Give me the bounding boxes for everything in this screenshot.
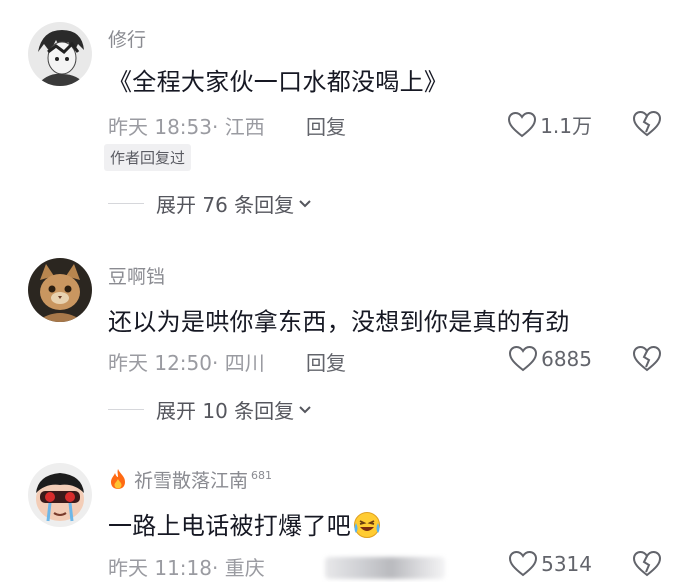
fire-icon [111, 469, 125, 489]
dislike-button[interactable] [632, 345, 662, 373]
obscured-watermark [324, 557, 445, 579]
avatar[interactable] [28, 258, 92, 322]
comment-content: 《全程大家伙一口水都没喝上》 [108, 68, 449, 96]
expand-replies-label: 展开 10 条回复 [156, 399, 295, 423]
like-count: 5314 [541, 552, 592, 576]
comment-content: 还以为是哄你拿东西，没想到你是真的有劲 [108, 308, 570, 336]
comment-time: 昨天 11:18 [108, 556, 212, 580]
expand-replies-label: 展开 76 条回复 [156, 193, 295, 217]
expand-replies-button[interactable]: 展开 10 条回复 [108, 395, 312, 424]
comment-time: 昨天 12:50 [108, 351, 212, 375]
dislike-button[interactable] [632, 550, 662, 578]
divider-line [108, 409, 144, 410]
chevron-down-icon [299, 405, 311, 413]
avatar[interactable] [28, 463, 92, 527]
comment-meta: 昨天 18:53· 江西 [108, 111, 265, 140]
comment-username[interactable]: 修行 [108, 25, 146, 52]
comment-location: · 四川 [212, 351, 265, 375]
comment-username[interactable]: 豆啊铛 [108, 262, 165, 289]
dislike-button[interactable] [632, 110, 662, 138]
broken-heart-icon [632, 345, 662, 372]
broken-heart-icon [632, 550, 662, 577]
author-replied-tag: 作者回复过 [104, 144, 192, 171]
reply-button[interactable]: 回复 [306, 111, 346, 140]
divider-line [108, 203, 144, 204]
broken-heart-icon [632, 110, 662, 137]
heart-outline-icon [509, 345, 538, 372]
comment-meta: 昨天 12:50· 四川 [108, 347, 265, 376]
comment-meta: 昨天 11:18· 重庆 [108, 552, 445, 581]
level-badge: 681 [251, 469, 273, 482]
comment-time: 昨天 18:53 [108, 115, 212, 139]
laughing-crying-emoji [354, 512, 380, 538]
comment-content: 一路上电话被打爆了吧 [108, 506, 381, 541]
comment-location: · 重庆 [212, 556, 265, 580]
like-count: 6885 [541, 347, 592, 371]
chevron-down-icon [299, 199, 311, 207]
like-button[interactable]: 6885 [508, 345, 592, 373]
reply-button[interactable]: 回复 [306, 347, 346, 376]
heart-outline-icon [509, 550, 538, 577]
comment-text: 一路上电话被打爆了吧 [108, 512, 351, 540]
expand-replies-button[interactable]: 展开 76 条回复 [108, 189, 312, 218]
heart-outline-icon [508, 111, 537, 137]
like-count: 1.1万 [540, 114, 592, 138]
like-button[interactable]: 5314 [508, 550, 592, 578]
like-button[interactable]: 1.1万 [507, 110, 592, 139]
comment-username[interactable]: 祈雪散落江南 681 [108, 466, 272, 493]
username-text: 祈雪散落江南 [134, 470, 249, 492]
avatar[interactable] [28, 22, 92, 86]
comment-location: · 江西 [212, 115, 265, 139]
